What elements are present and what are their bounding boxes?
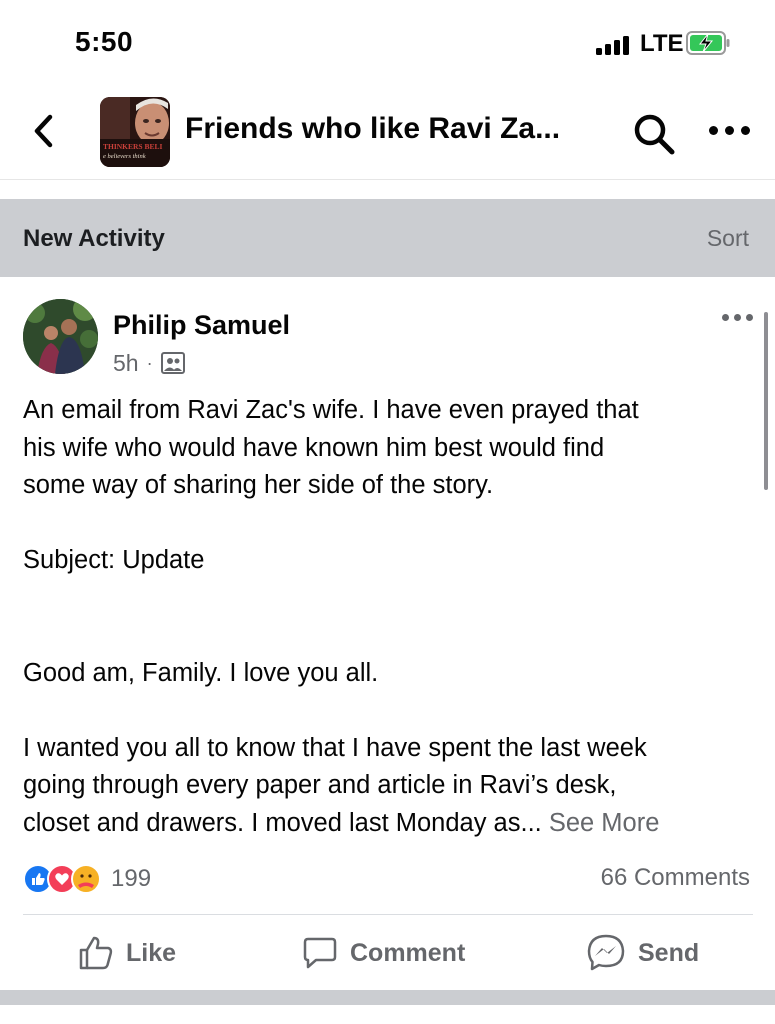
scrollbar[interactable] (764, 312, 768, 490)
comments-count[interactable]: 66 Comments (601, 864, 750, 892)
post-line (23, 505, 753, 543)
post-line: going through every paper and article in… (23, 771, 617, 799)
network-label: LTE (640, 30, 684, 57)
like-button[interactable]: Like (78, 932, 176, 974)
comment-bubble-icon (303, 937, 337, 969)
post-line: some way of sharing her side of the stor… (23, 471, 494, 499)
status-time: 5:50 (75, 26, 134, 57)
post-line: Good am, Family. I love you all. (23, 658, 379, 687)
group-audience-icon (160, 352, 185, 374)
avatar-photo (23, 299, 98, 374)
group-thumbnail[interactable]: THINKERS BELI e believers think (100, 97, 170, 167)
post-line (23, 617, 753, 655)
post-time[interactable]: 5h (113, 350, 139, 377)
search-icon[interactable] (632, 112, 676, 156)
post-line (23, 692, 753, 730)
care-reaction-icon (71, 864, 101, 894)
post-line (23, 580, 753, 618)
thumb-text: THINKERS BELI (103, 142, 162, 151)
section-header: New Activity Sort (0, 199, 775, 277)
post-options-icon[interactable] (720, 311, 756, 325)
comment-label: Comment (350, 938, 466, 967)
post-line: closet and drawers. I moved last Monday … (23, 808, 549, 837)
page-title: Friends who like Ravi Za... (185, 112, 561, 145)
avatar[interactable] (23, 299, 98, 374)
section-title: New Activity (23, 225, 165, 252)
reaction-count: 199 (111, 865, 152, 892)
status-bar: 5:50 LTE (0, 0, 775, 86)
messenger-icon (587, 934, 625, 971)
sort-button[interactable]: Sort (707, 225, 749, 252)
see-more-link[interactable]: See More (549, 809, 660, 837)
comment-button[interactable]: Comment (302, 932, 465, 974)
post-card: Philip Samuel 5h · An email from Ravi Za… (0, 277, 775, 990)
thumb-subtext: e believers think (103, 153, 146, 160)
reactions-summary[interactable]: 199 (23, 862, 151, 896)
send-button[interactable]: Send (586, 932, 699, 974)
post-last-line: closet and drawers. I moved last Monday … (23, 805, 753, 843)
thumbs-up-icon (79, 936, 113, 970)
post-author[interactable]: Philip Samuel (113, 310, 290, 341)
signal-icon (596, 33, 632, 55)
divider (23, 914, 753, 915)
post-body: An email from Ravi Zac's wife. I have ev… (23, 392, 753, 842)
meta-separator: · (146, 352, 153, 373)
more-options-icon[interactable] (707, 122, 753, 140)
post-line: his wife who would have known him best w… (23, 433, 605, 462)
feed-separator (0, 990, 775, 1024)
group-thumbnail-image: THINKERS BELI e believers think (100, 97, 170, 167)
nav-bar: THINKERS BELI e believers think Friends … (0, 86, 775, 180)
battery-icon (686, 31, 730, 55)
post-line: An email from Ravi Zac's wife. I have ev… (23, 396, 639, 424)
post-line: Subject: Update (23, 546, 205, 574)
like-label: Like (126, 938, 177, 967)
send-label: Send (638, 938, 700, 967)
post-meta: 5h · (113, 349, 185, 377)
back-chevron-icon[interactable] (28, 111, 62, 151)
post-line: I wanted you all to know that I have spe… (23, 733, 647, 762)
